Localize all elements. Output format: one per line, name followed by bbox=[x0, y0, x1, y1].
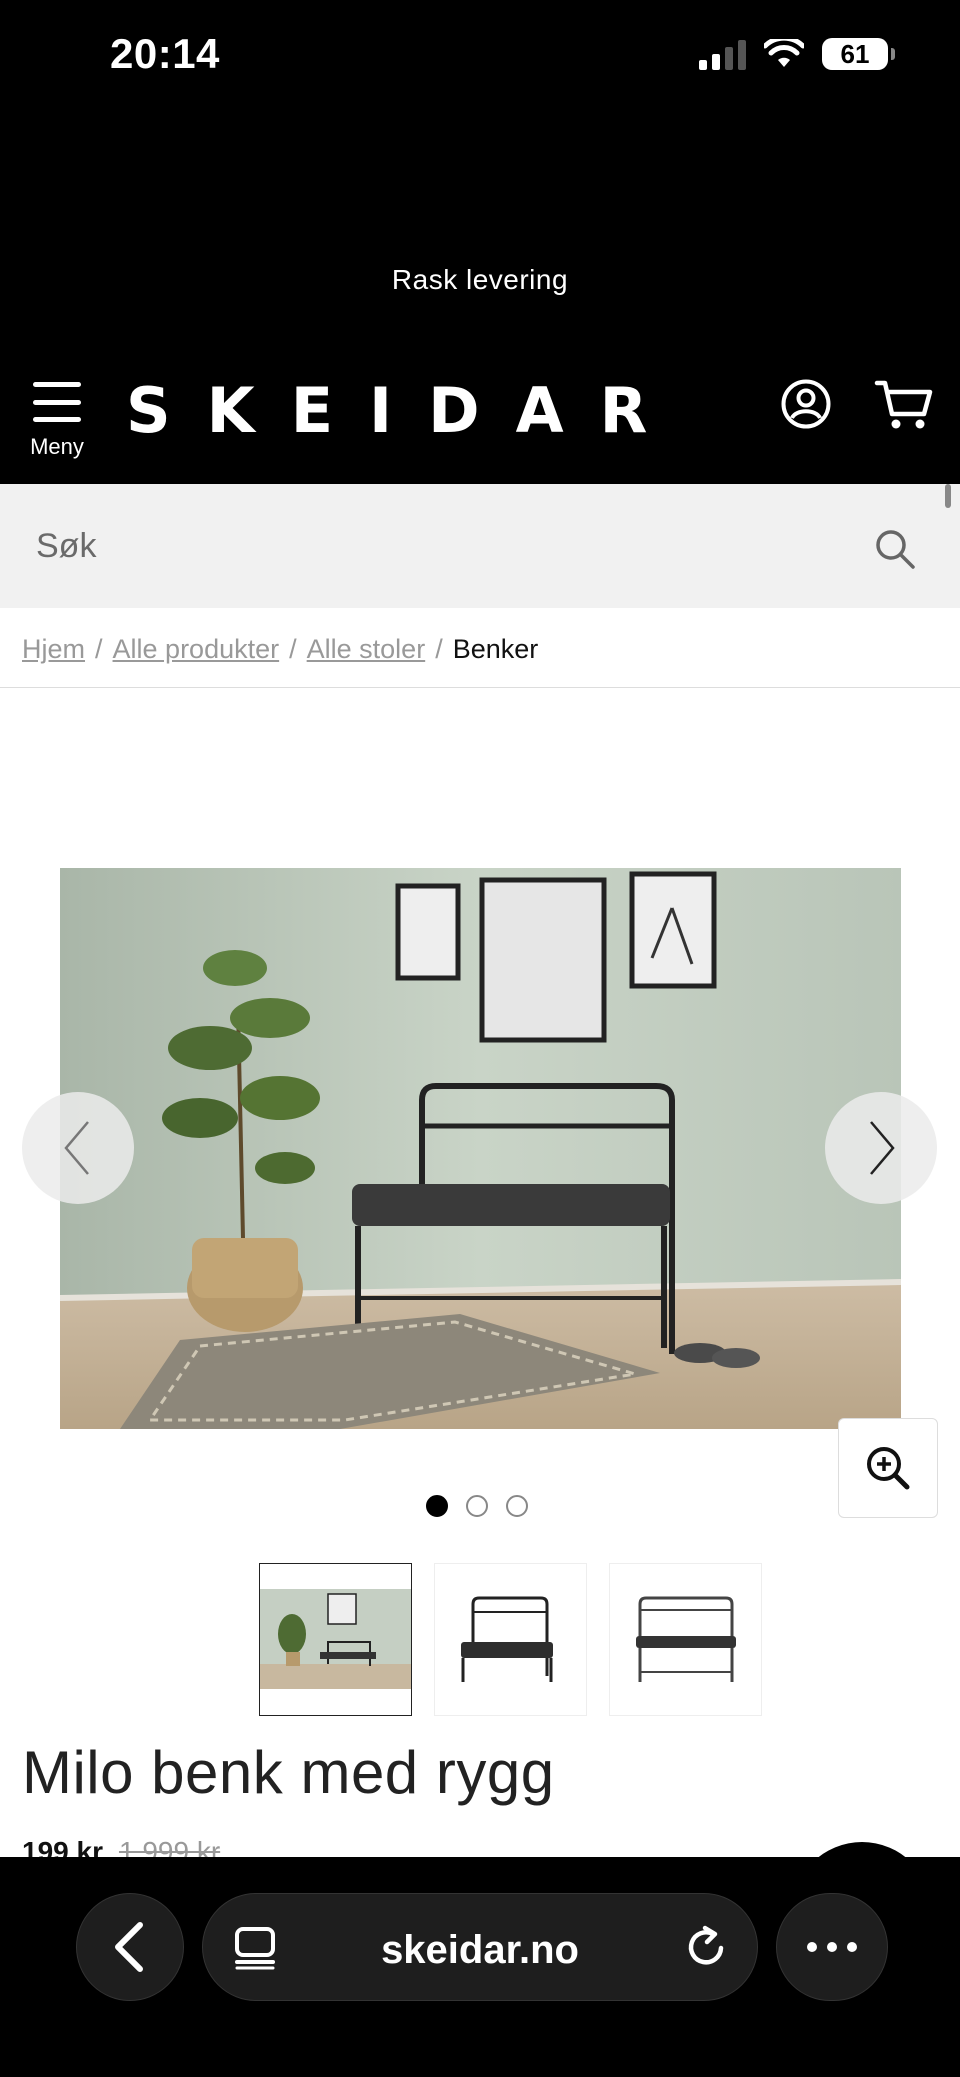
product-image[interactable] bbox=[60, 868, 901, 1429]
breadcrumb-all-products[interactable]: Alle produkter bbox=[113, 634, 280, 665]
status-time: 20:14 bbox=[110, 30, 220, 77]
account-icon[interactable] bbox=[780, 378, 832, 430]
promo-banner: Rask levering bbox=[0, 112, 960, 352]
more-dot bbox=[827, 1942, 837, 1952]
breadcrumb-separator: / bbox=[95, 634, 103, 664]
menu-label: Meny bbox=[30, 434, 84, 459]
battery-icon: 61 bbox=[822, 38, 895, 70]
wifi-icon bbox=[764, 39, 804, 67]
more-dot bbox=[847, 1942, 857, 1952]
breadcrumb-all-chairs[interactable]: Alle stoler bbox=[307, 634, 426, 665]
status-bar: 20:14 61 bbox=[0, 0, 960, 112]
scroll-indicator bbox=[945, 484, 951, 508]
cart-icon[interactable] bbox=[874, 378, 934, 432]
breadcrumb-current: Benker bbox=[452, 634, 539, 664]
previous-image-button[interactable] bbox=[22, 1092, 134, 1204]
carousel-dot[interactable] bbox=[466, 1495, 488, 1517]
breadcrumb-separator: / bbox=[289, 634, 297, 664]
promo-text: Rask levering bbox=[391, 264, 569, 295]
next-image-button[interactable] bbox=[825, 1092, 937, 1204]
url-text: skeidar.no bbox=[381, 1928, 579, 1972]
breadcrumb-home[interactable]: Hjem bbox=[22, 634, 85, 665]
browser-toolbar: skeidar.no bbox=[0, 1857, 960, 2077]
thumbnail-1[interactable] bbox=[259, 1563, 412, 1716]
zoom-in-icon bbox=[867, 1447, 910, 1490]
thumbnail-strip bbox=[259, 1563, 762, 1716]
signal-icon bbox=[699, 38, 746, 70]
site-header: Meny SKEIDAR bbox=[0, 352, 960, 484]
zoom-button[interactable] bbox=[838, 1418, 938, 1518]
address-bar[interactable]: skeidar.no bbox=[202, 1893, 758, 2001]
hamburger-icon bbox=[33, 382, 81, 422]
more-options-button[interactable] bbox=[776, 1893, 888, 2001]
carousel-dot[interactable] bbox=[426, 1495, 448, 1517]
site-logo[interactable]: SKEIDAR bbox=[126, 374, 683, 447]
carousel-dot[interactable] bbox=[506, 1495, 528, 1517]
chevron-left-icon bbox=[64, 1121, 89, 1175]
browser-back-button[interactable] bbox=[76, 1893, 184, 2001]
more-dot bbox=[807, 1942, 817, 1952]
chevron-right-icon bbox=[870, 1121, 895, 1175]
chevron-left-icon bbox=[115, 1922, 143, 1972]
thumbnail-2[interactable] bbox=[434, 1563, 587, 1716]
breadcrumb: Hjem / Alle produkter / Alle stoler / Be… bbox=[22, 634, 538, 665]
product-title: Milo benk med rygg bbox=[22, 1739, 555, 1806]
thumbnail-3[interactable] bbox=[609, 1563, 762, 1716]
carousel-dots bbox=[426, 1495, 528, 1517]
menu-button[interactable]: Meny bbox=[26, 382, 88, 460]
reload-icon[interactable] bbox=[683, 1924, 729, 1970]
bench-room-photo bbox=[60, 868, 901, 1429]
breadcrumb-separator: / bbox=[435, 634, 443, 664]
search-icon[interactable] bbox=[874, 528, 916, 570]
search-input[interactable] bbox=[36, 484, 836, 608]
search-bar bbox=[0, 484, 960, 608]
divider bbox=[0, 687, 960, 688]
status-icons: 61 bbox=[699, 38, 895, 70]
